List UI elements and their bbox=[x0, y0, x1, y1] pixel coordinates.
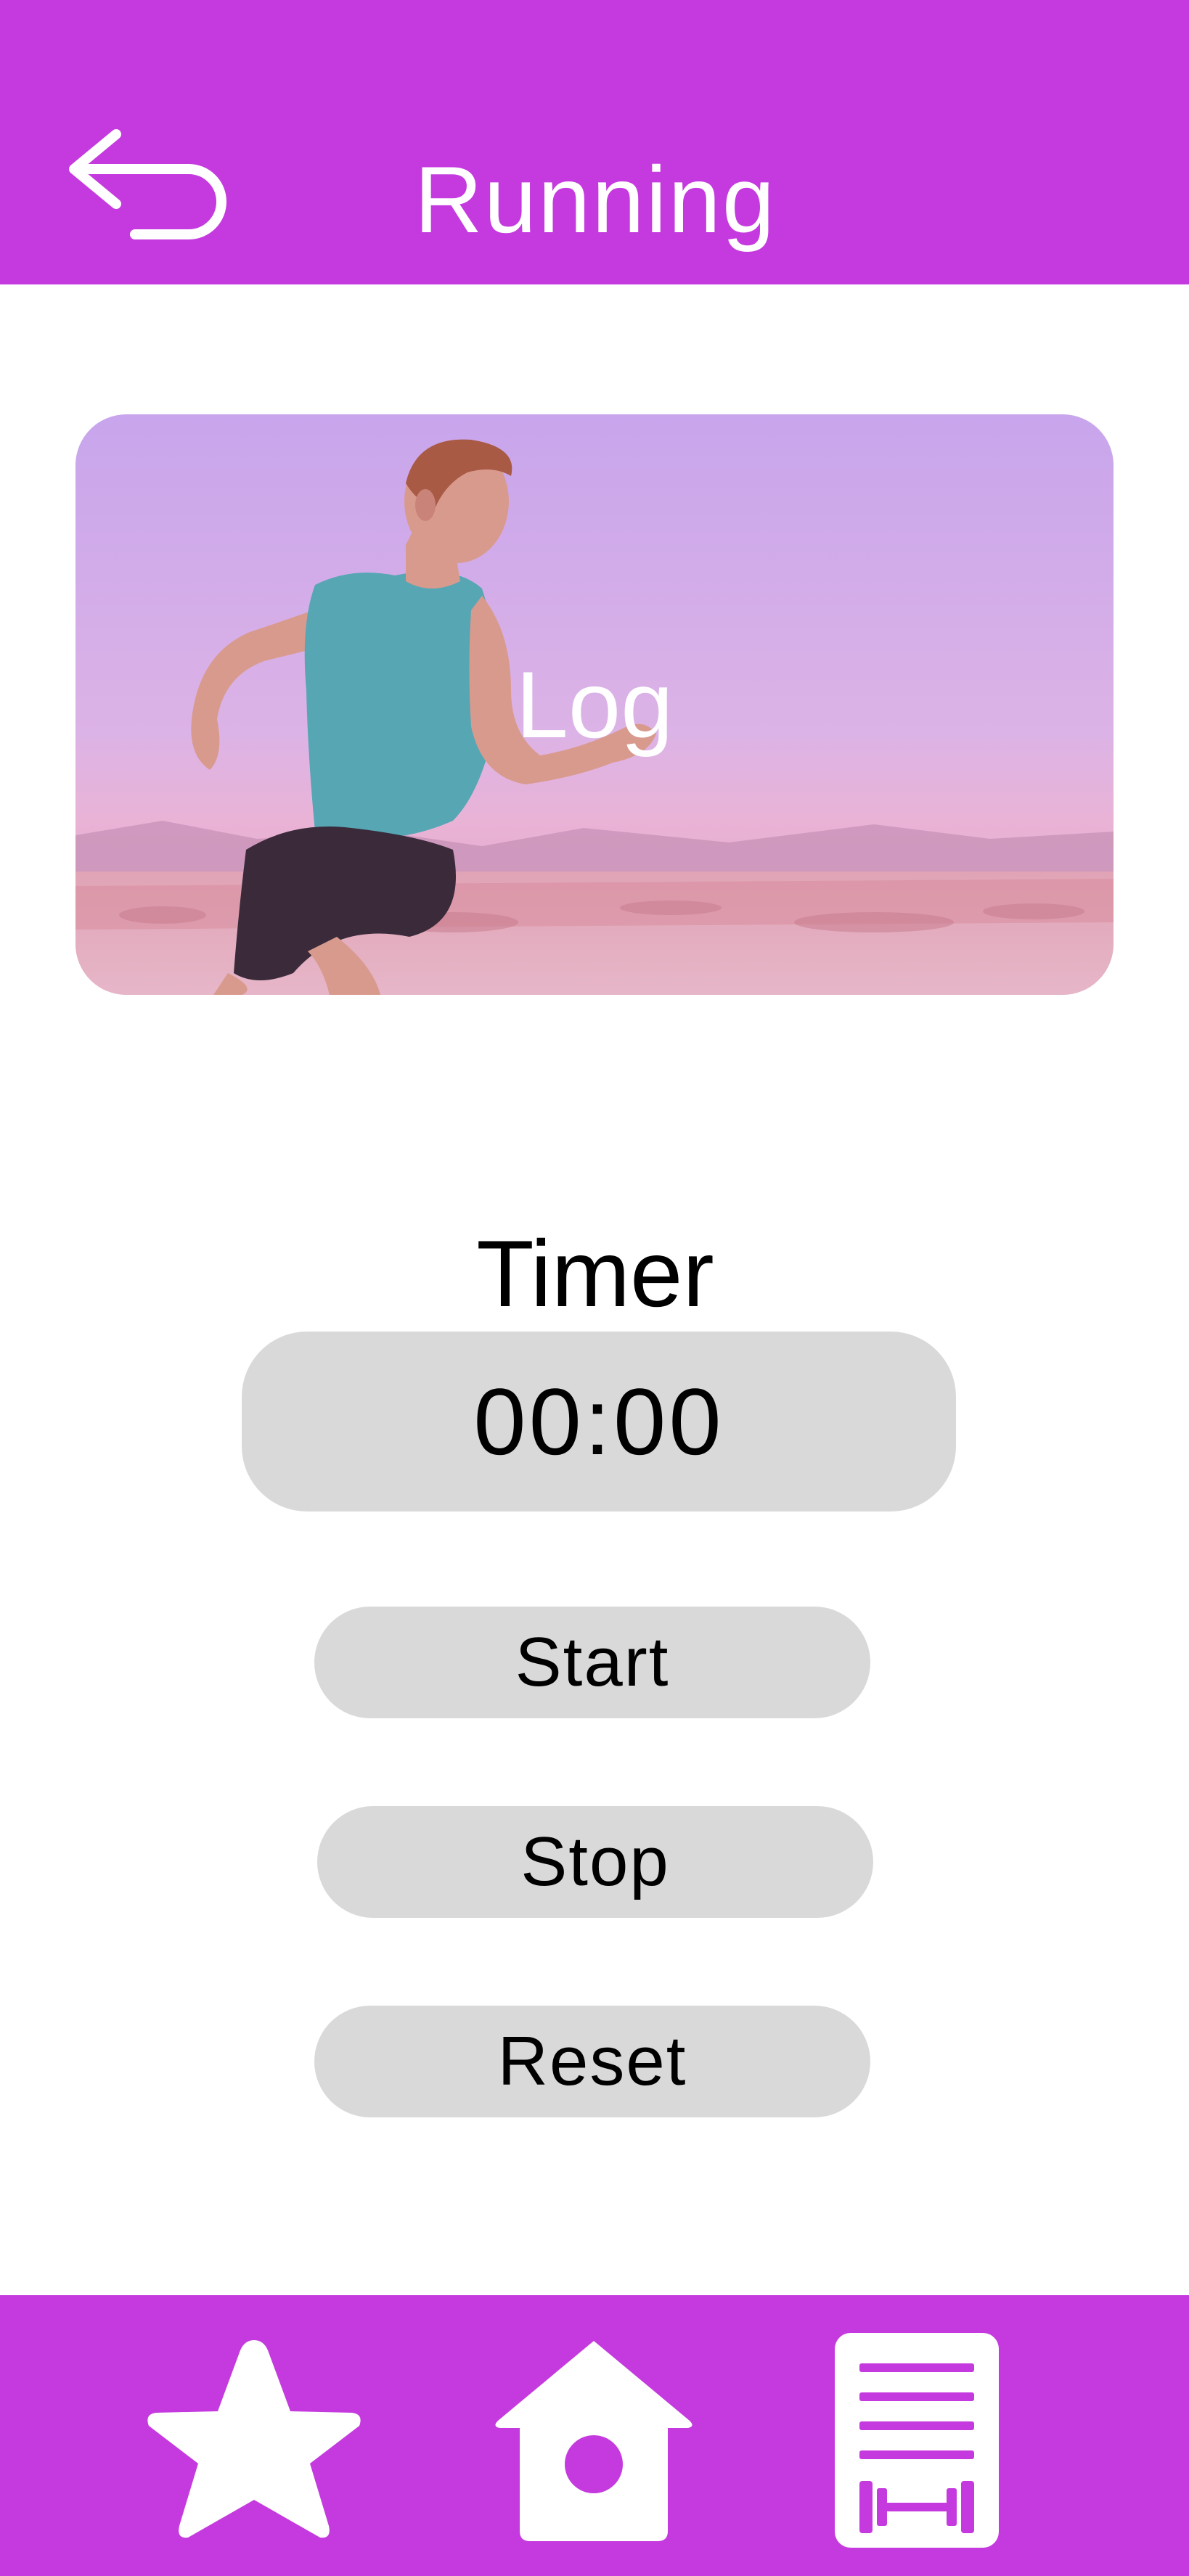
stop-button[interactable]: Stop bbox=[317, 1806, 873, 1918]
timer-title: Timer bbox=[476, 1221, 714, 1326]
page-title: Running bbox=[414, 147, 777, 253]
home-icon bbox=[495, 2341, 692, 2541]
back-button[interactable] bbox=[65, 127, 229, 243]
nav-home-button[interactable] bbox=[492, 2335, 695, 2546]
timer-display: 00:00 bbox=[242, 1332, 956, 1511]
header-bar: Running bbox=[0, 0, 1189, 284]
log-card[interactable]: Log bbox=[75, 414, 1114, 995]
bottom-nav-bar bbox=[0, 2295, 1189, 2576]
star-icon bbox=[147, 2340, 361, 2538]
log-card-label: Log bbox=[515, 652, 674, 758]
nav-workout-log-button[interactable] bbox=[833, 2331, 1000, 2549]
reset-button[interactable]: Reset bbox=[314, 2006, 870, 2117]
nav-favorites-button[interactable] bbox=[142, 2331, 367, 2549]
start-button[interactable]: Start bbox=[314, 1607, 870, 1718]
workout-log-icon bbox=[835, 2333, 999, 2548]
back-arrow-icon bbox=[69, 129, 226, 239]
